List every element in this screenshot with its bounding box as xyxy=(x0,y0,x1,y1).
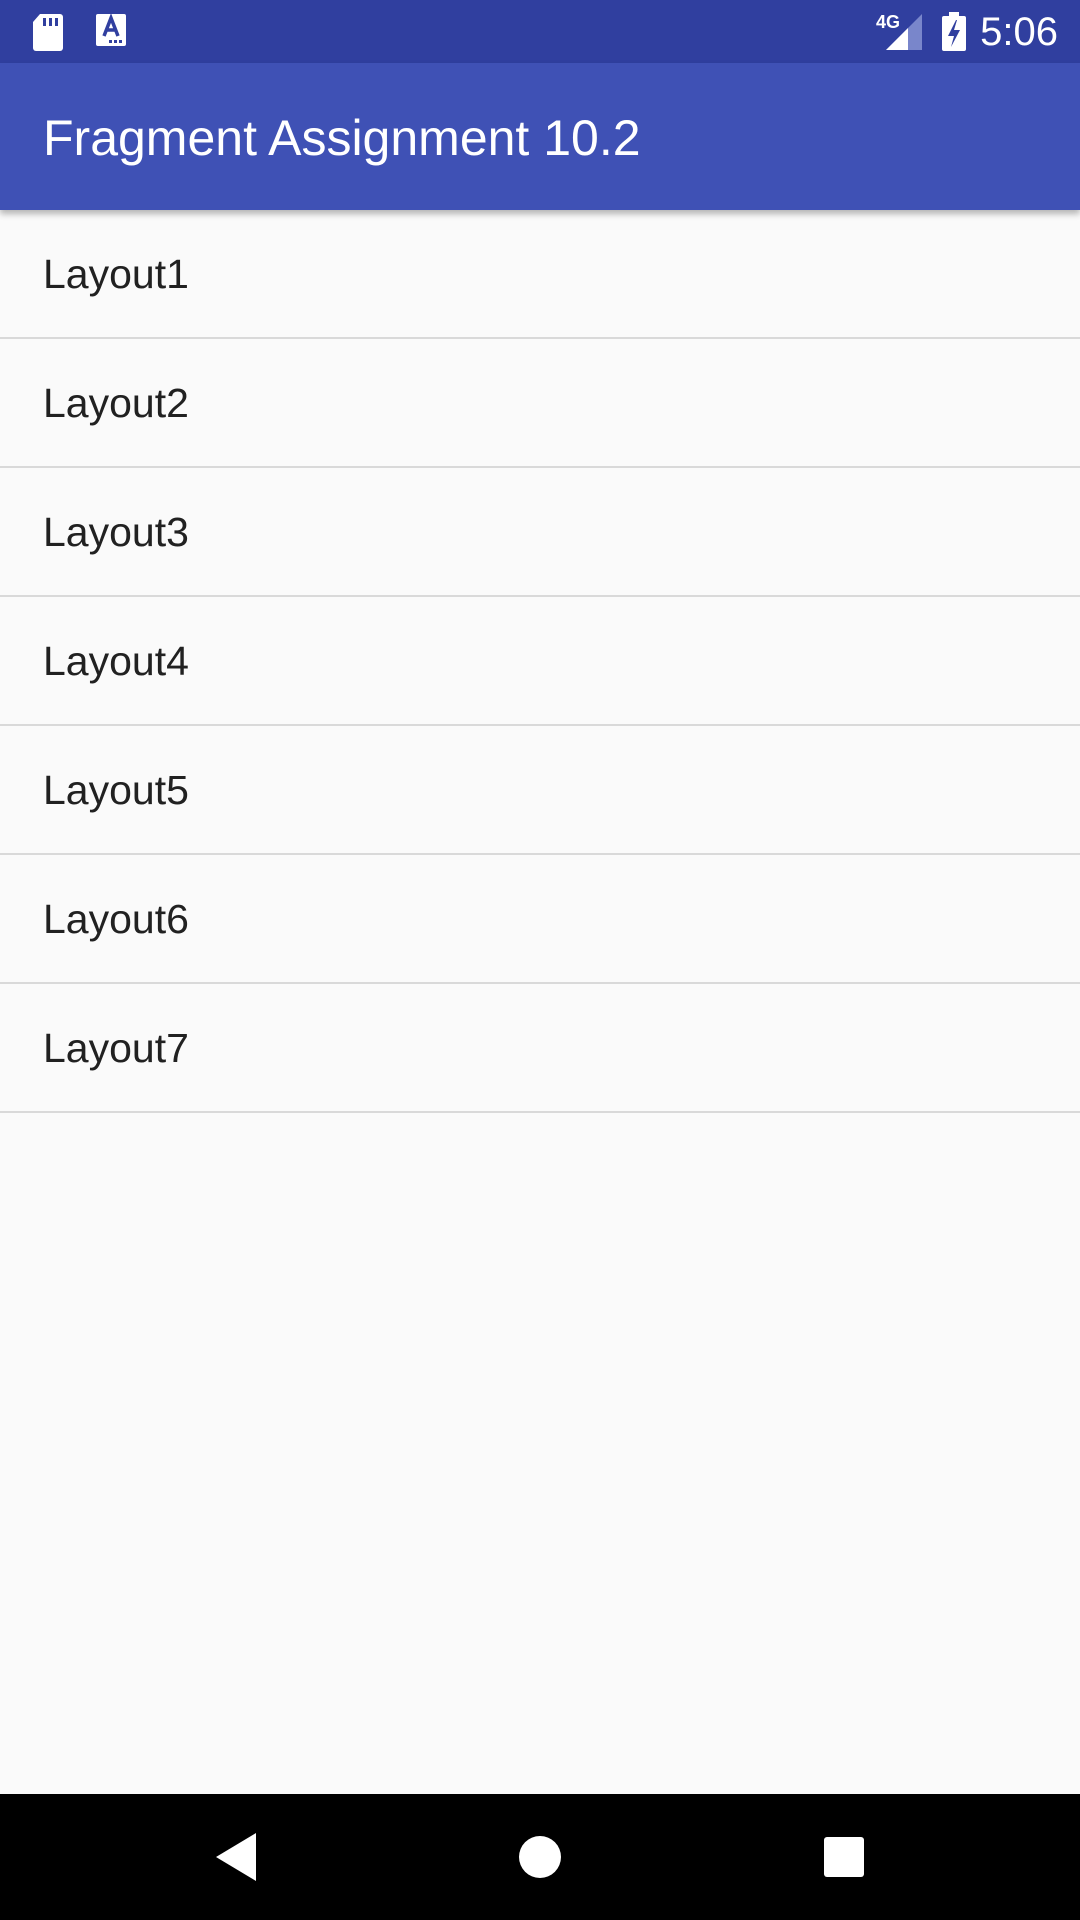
list-item-layout1[interactable]: Layout1 xyxy=(0,210,1080,339)
list-item-layout4[interactable]: Layout4 xyxy=(0,597,1080,726)
list-item-label: Layout3 xyxy=(43,509,189,555)
list-item-label: Layout1 xyxy=(43,251,189,297)
app-title: Fragment Assignment 10.2 xyxy=(43,110,641,166)
layout-list: Layout1 Layout2 Layout3 Layout4 Layout5 … xyxy=(0,210,1080,1113)
recents-icon[interactable] xyxy=(814,1827,874,1887)
list-item-layout5[interactable]: Layout5 xyxy=(0,726,1080,855)
signal-icon xyxy=(884,12,924,52)
sd-card-icon xyxy=(30,12,70,52)
app-bar: Fragment Assignment 10.2 xyxy=(0,63,1080,210)
list-item-label: Layout6 xyxy=(43,896,189,942)
list-item-layout7[interactable]: Layout7 xyxy=(0,984,1080,1113)
list-item-label: Layout2 xyxy=(43,380,189,426)
status-time: 5:06 xyxy=(980,10,1058,54)
list-item-layout2[interactable]: Layout2 xyxy=(0,339,1080,468)
accessibility-app-icon xyxy=(95,12,135,52)
list-item-layout6[interactable]: Layout6 xyxy=(0,855,1080,984)
back-icon[interactable] xyxy=(206,1827,266,1887)
list-item-label: Layout4 xyxy=(43,638,189,684)
navigation-bar xyxy=(0,1794,1080,1920)
home-icon[interactable] xyxy=(510,1827,570,1887)
list-item-label: Layout5 xyxy=(43,767,189,813)
list-item-layout3[interactable]: Layout3 xyxy=(0,468,1080,597)
battery-charging-icon xyxy=(940,12,980,52)
status-bar: 4G 5:06 xyxy=(0,0,1080,63)
list-item-label: Layout7 xyxy=(43,1025,189,1071)
